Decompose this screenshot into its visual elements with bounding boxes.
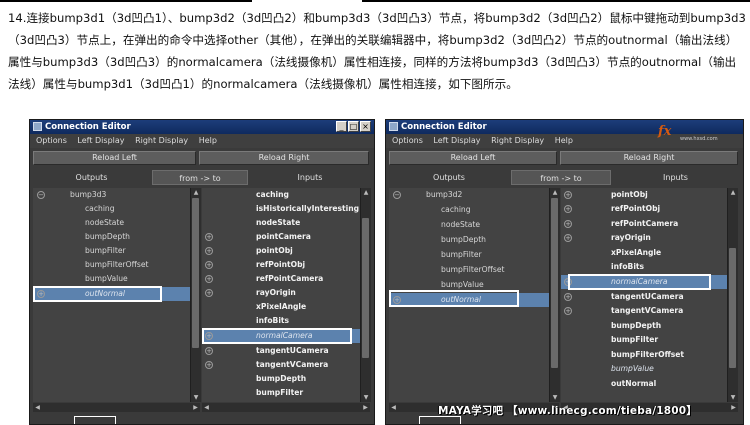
list-item[interactable]: bumpDepth xyxy=(33,230,190,244)
list-item[interactable]: + tangentUCamera xyxy=(202,344,360,358)
list-item[interactable]: + rayOrigin xyxy=(202,286,360,300)
reload-right-button[interactable]: Reload Right xyxy=(199,151,369,165)
list-item[interactable]: caching xyxy=(33,202,190,216)
reload-left-button[interactable]: Reload Left xyxy=(389,151,557,165)
list-item[interactable]: bumpFilterOffset xyxy=(33,258,190,272)
list-item[interactable]: bumpDepth xyxy=(202,372,360,386)
list-item[interactable]: caching xyxy=(389,203,549,217)
list-item[interactable]: bumpValue xyxy=(561,362,727,376)
menu-help[interactable]: Help xyxy=(555,136,573,145)
highlight-box xyxy=(389,290,519,307)
inputs-label: Inputs xyxy=(613,170,738,185)
watermark-text: MAYA学习吧 【www.linecg.com/tieba/1800】 xyxy=(438,405,698,417)
list-item[interactable]: + refPointObj xyxy=(202,258,360,272)
title-bar[interactable]: Connection Editor _ □ × xyxy=(30,120,374,134)
list-item[interactable]: infoBits xyxy=(561,260,727,274)
list-item[interactable]: + refPointCamera xyxy=(561,217,727,231)
inputs-scrollbar[interactable]: ▲ ▼ xyxy=(727,188,738,402)
list-item[interactable]: bumpFilterOffset xyxy=(389,263,549,277)
list-item[interactable]: + rayOrigin xyxy=(561,231,727,245)
list-item-node[interactable]: − bump3d3 xyxy=(33,188,190,202)
outputs-label: Outputs xyxy=(33,170,150,185)
highlight-box xyxy=(202,328,352,344)
reload-left-button[interactable]: Reload Left xyxy=(33,151,196,165)
inputs-hscrollbar[interactable]: ◀ ▶ xyxy=(202,403,370,412)
outputs-scrollbar[interactable]: ▲ ▼ xyxy=(549,188,560,402)
top-border xyxy=(0,0,750,2)
direction-toggle-button[interactable]: from -> to xyxy=(511,170,611,185)
list-item[interactable]: bumpFilter xyxy=(33,244,190,258)
list-item[interactable]: bumpDepth xyxy=(389,233,549,247)
reload-right-button[interactable]: Reload Right xyxy=(560,151,738,165)
list-item-node[interactable]: − bump3d2 xyxy=(389,188,549,202)
outputs-label: Outputs xyxy=(389,170,509,185)
close-button[interactable]: × xyxy=(360,121,371,132)
connection-editor-window-left: Connection Editor _ □ × Options Left Dis… xyxy=(29,119,375,425)
inputs-list: caching isHistoricallyInteresting nodeSt… xyxy=(202,188,360,402)
list-item[interactable]: bumpFilter xyxy=(389,248,549,262)
highlight-box xyxy=(33,286,162,302)
list-item[interactable]: caching xyxy=(202,188,360,202)
menu-right-display[interactable]: Right Display xyxy=(491,136,544,145)
list-item[interactable]: outNormal xyxy=(561,377,727,391)
list-item[interactable]: nodeState xyxy=(389,218,549,232)
list-item[interactable]: nodeState xyxy=(202,216,360,230)
menu-options[interactable]: Options xyxy=(392,136,423,145)
menu-left-display[interactable]: Left Display xyxy=(77,136,124,145)
window-title: Connection Editor xyxy=(401,122,487,132)
list-item[interactable]: isHistoricallyInteresting xyxy=(202,202,360,216)
inputs-label: Inputs xyxy=(250,170,370,185)
menu-left-display[interactable]: Left Display xyxy=(433,136,480,145)
logo-url: www.hxsd.com xyxy=(680,136,718,142)
list-item[interactable]: xPixelAngle xyxy=(202,300,360,314)
inputs-list: + pointObj + refPointObj + refPointCamera +… xyxy=(561,188,727,402)
outputs-hscrollbar[interactable]: ◀ ▶ xyxy=(33,403,200,412)
list-item[interactable]: + tangentVCamera xyxy=(561,304,727,318)
menu-bar: Options Left Display Right Display Help xyxy=(30,134,374,148)
instruction-paragraph: 14.连接bump3d1（3d凹凸1）、bump3d2（3d凹凸2）和bump3… xyxy=(8,11,746,91)
list-item[interactable]: + pointCamera xyxy=(202,230,360,244)
list-item[interactable]: bumpFilterOffset xyxy=(561,348,727,362)
maximize-button[interactable]: □ xyxy=(348,121,359,132)
outputs-scrollbar[interactable]: ▲ ▼ xyxy=(190,188,201,402)
highlight-box xyxy=(568,274,711,290)
list-item[interactable]: nodeState xyxy=(33,216,190,230)
list-item[interactable]: + refPointObj xyxy=(561,202,727,216)
maya-app-icon xyxy=(33,122,42,131)
list-item[interactable]: bumpFilter xyxy=(202,386,360,400)
list-item[interactable]: bumpFilter xyxy=(561,333,727,347)
direction-toggle-button[interactable]: from -> to xyxy=(152,170,248,185)
menu-right-display[interactable]: Right Display xyxy=(135,136,188,145)
list-item[interactable]: infoBits xyxy=(202,314,360,328)
logo-text: fx xyxy=(658,124,672,139)
list-item[interactable]: + refPointCamera xyxy=(202,272,360,286)
list-item[interactable]: + tangentUCamera xyxy=(561,290,727,304)
list-item[interactable]: + pointObj xyxy=(561,188,727,202)
list-item[interactable]: bumpValue xyxy=(33,272,190,286)
bottom-button[interactable] xyxy=(74,416,116,424)
minimize-button[interactable]: _ xyxy=(336,121,347,132)
list-item[interactable]: xPixelAngle xyxy=(561,246,727,260)
list-item[interactable]: + pointObj xyxy=(202,244,360,258)
list-item[interactable]: bumpDepth xyxy=(561,319,727,333)
connection-editor-window-right: Connection Editor Options Left Display R… xyxy=(385,119,744,425)
window-title: Connection Editor xyxy=(45,122,131,132)
maya-app-icon xyxy=(389,122,398,131)
menu-options[interactable]: Options xyxy=(36,136,67,145)
inputs-scrollbar[interactable]: ▲ ▼ xyxy=(360,188,371,402)
site-logo: fx www.hxsd.com xyxy=(658,124,740,142)
list-item[interactable]: + tangentVCamera xyxy=(202,358,360,372)
menu-help[interactable]: Help xyxy=(199,136,217,145)
